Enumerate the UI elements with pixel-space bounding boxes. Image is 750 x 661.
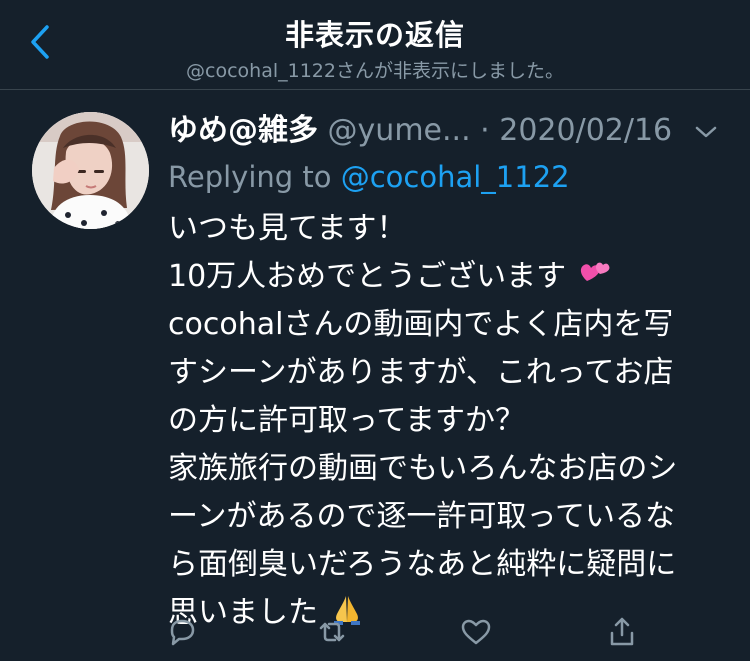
- reply-prefix: Replying to: [168, 160, 341, 194]
- page-title: 非表示の返信: [284, 18, 465, 52]
- tweet-line: cocohalさんの動画内でよく店内を写: [168, 307, 674, 342]
- reply-button[interactable]: [160, 610, 204, 654]
- page-subtitle: @cocohal_1122さんが非表示にしました。: [186, 60, 564, 82]
- tweet-header: ゆめ@雑多 @yume... · 2020/02/16: [168, 110, 728, 152]
- avatar-image: [32, 112, 149, 229]
- tweet-line: の方に許可取ってますか？: [168, 403, 525, 438]
- handle[interactable]: @yume...: [328, 113, 471, 148]
- tweet-line: 10万人おめでとうございます: [168, 253, 733, 301]
- display-name[interactable]: ゆめ@雑多: [168, 113, 318, 148]
- timestamp: 2020/02/16: [499, 113, 673, 148]
- tweet-line: すシーンがありますが、これってお店: [168, 355, 674, 390]
- tweet-line: 家族旅行の動画でもいろんなお店のシ: [168, 451, 678, 486]
- like-button[interactable]: [454, 610, 498, 654]
- reply-context: Replying to @cocohal_1122: [168, 157, 728, 197]
- retweet-button[interactable]: [310, 610, 354, 654]
- tweet-line: いつも見てます！: [168, 211, 407, 246]
- avatar[interactable]: [32, 112, 149, 229]
- chevron-down-icon[interactable]: [694, 124, 718, 140]
- reply-mention-link[interactable]: @cocohal_1122: [341, 160, 570, 194]
- two-hearts-emoji: [580, 262, 610, 281]
- timestamp-separator: ·: [480, 113, 500, 148]
- tweet-actions: [160, 610, 660, 654]
- tweet-line-text: 10万人おめでとうございます: [168, 259, 567, 294]
- retweet-icon: [319, 622, 345, 642]
- share-icon: [610, 617, 634, 646]
- hidden-replies-screen: 非表示の返信 @cocohal_1122さんが非表示にしました。 ゆめ@雑多 @…: [0, 0, 750, 661]
- tweet-line: ーンがあるので逐一許可取っているな: [168, 499, 675, 534]
- heart-icon: [461, 619, 491, 645]
- tweet-text: いつも見てます！ 10万人おめでとうございます cocohalさんの動画内でよく…: [168, 205, 733, 637]
- navigation-header: 非表示の返信 @cocohal_1122さんが非表示にしました。: [0, 0, 750, 90]
- reply-icon: [170, 619, 195, 646]
- tweet-line: ら面倒臭いだろうなあと純粋に疑問に: [168, 547, 677, 582]
- share-button[interactable]: [600, 610, 644, 654]
